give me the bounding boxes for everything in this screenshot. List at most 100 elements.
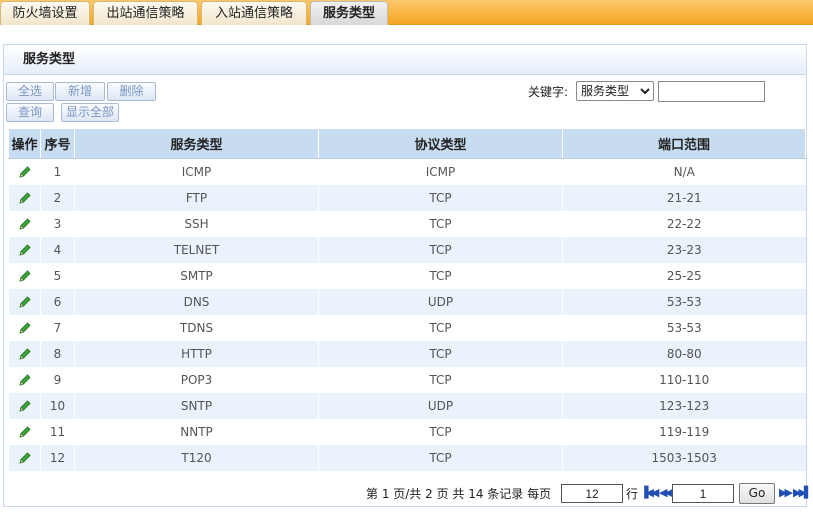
first-page-icon[interactable]: ▐◀◀ <box>640 484 659 502</box>
row-service: ICMP <box>74 158 319 185</box>
table-row: 7 TDNS TCP 53-53 <box>8 314 806 341</box>
row-ports: 25-25 <box>562 262 806 289</box>
pencil-icon[interactable] <box>18 217 32 231</box>
row-action-cell <box>8 158 41 185</box>
pencil-icon[interactable] <box>18 399 32 413</box>
row-protocol: TCP <box>318 444 563 471</box>
prev-page-icon[interactable]: ◀◀ <box>659 484 673 502</box>
col-header-action: 操作 <box>8 128 41 159</box>
service-table: 操作 序号 服务类型 协议类型 端口范围 1 ICMP ICMP N/A 2 FTP TCP… <box>8 128 806 471</box>
row-ports: 123-123 <box>562 392 806 419</box>
row-protocol: UDP <box>318 288 563 315</box>
row-service: SMTP <box>74 262 319 289</box>
table-row: 12 T120 TCP 1503-1503 <box>8 444 806 471</box>
tab-outbound-policy[interactable]: 出站通信策略 <box>93 1 198 25</box>
col-header-index: 序号 <box>40 128 75 159</box>
table-row: 9 POP3 TCP 110-110 <box>8 366 806 393</box>
col-header-service: 服务类型 <box>74 128 319 159</box>
pencil-icon[interactable] <box>18 295 32 309</box>
table-body: 1 ICMP ICMP N/A 2 FTP TCP 21-21 3 SSH TCP 22-22 4 TEL… <box>8 158 806 471</box>
row-protocol: TCP <box>318 314 563 341</box>
row-protocol: TCP <box>318 184 563 211</box>
row-index: 11 <box>40 418 75 445</box>
row-index: 1 <box>40 158 75 185</box>
row-index: 2 <box>40 184 75 211</box>
table-header-row: 操作 序号 服务类型 协议类型 端口范围 <box>8 128 806 159</box>
row-service: TELNET <box>74 236 319 263</box>
pencil-icon[interactable] <box>18 243 32 257</box>
row-service: TDNS <box>74 314 319 341</box>
row-protocol: TCP <box>318 210 563 237</box>
row-action-cell <box>8 210 41 237</box>
row-service: POP3 <box>74 366 319 393</box>
row-protocol: TCP <box>318 236 563 263</box>
row-action-cell <box>8 184 41 211</box>
go-button[interactable]: Go <box>739 483 775 504</box>
row-index: 5 <box>40 262 75 289</box>
row-ports: 23-23 <box>562 236 806 263</box>
table-row: 4 TELNET TCP 23-23 <box>8 236 806 263</box>
show-all-button[interactable]: 显示全部 <box>61 103 119 122</box>
table-row: 11 NNTP TCP 119-119 <box>8 418 806 445</box>
table-row: 2 FTP TCP 21-21 <box>8 184 806 211</box>
last-page-icon[interactable]: ▶▶▌ <box>793 484 812 502</box>
row-ports: 22-22 <box>562 210 806 237</box>
table-row: 3 SSH TCP 22-22 <box>8 210 806 237</box>
pagination-summary: 第 1 页/共 2 页 共 14 条记录 每页 <box>366 487 552 501</box>
per-page-input[interactable] <box>561 484 623 503</box>
pencil-icon[interactable] <box>18 321 32 335</box>
pencil-icon[interactable] <box>18 269 32 283</box>
row-action-cell <box>8 366 41 393</box>
row-service: HTTP <box>74 340 319 367</box>
row-action-cell <box>8 340 41 367</box>
row-protocol: TCP <box>318 418 563 445</box>
pencil-icon[interactable] <box>18 451 32 465</box>
delete-button[interactable]: 删除 <box>107 82 156 101</box>
row-ports: 53-53 <box>562 288 806 315</box>
top-tab-bar: 防火墙设置 出站通信策略 入站通信策略 服务类型 <box>0 0 813 25</box>
row-action-cell <box>8 392 41 419</box>
tab-inbound-policy[interactable]: 入站通信策略 <box>201 1 307 25</box>
table-row: 6 DNS UDP 53-53 <box>8 288 806 315</box>
panel-title: 服务类型 <box>4 45 806 75</box>
row-action-cell <box>8 314 41 341</box>
pencil-icon[interactable] <box>18 165 32 179</box>
row-ports: 80-80 <box>562 340 806 367</box>
row-unit-label: 行 <box>626 487 639 501</box>
pencil-icon[interactable] <box>18 191 32 205</box>
row-service: SNTP <box>74 392 319 419</box>
query-button[interactable]: 查询 <box>6 103 54 122</box>
next-page-icon[interactable]: ▶▶ <box>779 484 793 502</box>
page-number-input[interactable] <box>672 484 734 503</box>
row-index: 9 <box>40 366 75 393</box>
row-ports: 21-21 <box>562 184 806 211</box>
row-index: 6 <box>40 288 75 315</box>
row-service: SSH <box>74 210 319 237</box>
col-header-protocol: 协议类型 <box>318 128 563 159</box>
row-index: 4 <box>40 236 75 263</box>
service-type-panel: 服务类型 全选 新增 删除 查询 显示全部 关键字: 服务类型 操作 序号 服务… <box>3 44 812 507</box>
row-index: 12 <box>40 444 75 471</box>
row-index: 3 <box>40 210 75 237</box>
table-row: 1 ICMP ICMP N/A <box>8 158 806 185</box>
select-all-button[interactable]: 全选 <box>6 82 54 101</box>
add-button[interactable]: 新增 <box>55 82 105 101</box>
keyword-select[interactable]: 服务类型 <box>576 81 654 101</box>
table-row: 8 HTTP TCP 80-80 <box>8 340 806 367</box>
table-row: 10 SNTP UDP 123-123 <box>8 392 806 419</box>
row-protocol: UDP <box>318 392 563 419</box>
row-protocol: TCP <box>318 366 563 393</box>
row-service: FTP <box>74 184 319 211</box>
row-ports: 1503-1503 <box>562 444 806 471</box>
pencil-icon[interactable] <box>18 373 32 387</box>
row-service: NNTP <box>74 418 319 445</box>
keyword-input[interactable] <box>658 81 765 102</box>
pencil-icon[interactable] <box>18 347 32 361</box>
row-action-cell <box>8 288 41 315</box>
row-ports: N/A <box>562 158 806 185</box>
tab-service-type[interactable]: 服务类型 <box>310 1 388 25</box>
row-protocol: ICMP <box>318 158 563 185</box>
row-action-cell <box>8 418 41 445</box>
pencil-icon[interactable] <box>18 425 32 439</box>
tab-firewall-settings[interactable]: 防火墙设置 <box>0 1 90 25</box>
